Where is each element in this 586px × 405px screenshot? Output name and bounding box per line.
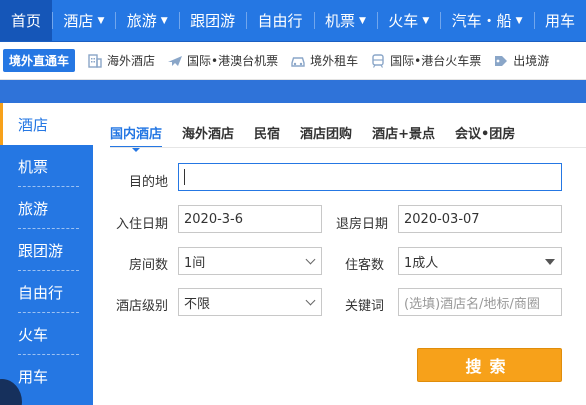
subnav-item-4[interactable]: 出境游 <box>493 52 549 69</box>
car-icon <box>290 54 306 68</box>
subnav-item-3[interactable]: 国际•港台火车票 <box>370 52 481 69</box>
rooms-value: 1间 <box>184 255 206 271</box>
top-navigation: 首页 酒店 ▼ 旅游 ▼ 跟团游 自由行 机票 ▼ 火车 ▼ 汽车・船 ▼ 用车 <box>0 0 586 42</box>
nav-item-label: 用车 <box>544 12 575 30</box>
checkout-date-input[interactable]: 2020-03-07 <box>398 205 562 233</box>
building-icon <box>87 53 103 68</box>
tab-4[interactable]: 酒店+景点 <box>372 123 435 148</box>
nav-item-7[interactable]: 汽车・船 ▼ <box>441 0 534 41</box>
nav-item-8[interactable]: 用车 <box>534 0 586 41</box>
tab-2[interactable]: 民宿 <box>254 123 280 148</box>
hotel-search-panel: 国内酒店 海外酒店 民宿 酒店团购 酒店+景点 会议•团房 目的地 入住日期 2020-3… <box>93 103 586 405</box>
nav-item-5[interactable]: 机票 ▼ <box>314 0 377 41</box>
subnav-item-label: 出境游 <box>513 54 550 68</box>
overseas-badge: 境外直通车 <box>3 49 76 72</box>
subnav-item-0[interactable]: 海外酒店 <box>87 52 155 69</box>
subnav-item-label: 海外酒店 <box>107 54 156 68</box>
chevron-down-icon <box>305 254 316 265</box>
keyword-label: 关键词 <box>344 299 384 314</box>
caret-down-icon: ▼ <box>358 15 366 26</box>
tab-1[interactable]: 海外酒店 <box>182 123 234 148</box>
checkin-date-input[interactable]: 2020-3-6 <box>178 205 322 233</box>
nav-item-3[interactable]: 跟团游 <box>179 0 246 41</box>
guests-label: 住客数 <box>344 258 384 273</box>
sidebar-item-2[interactable]: 旅游 <box>0 187 93 229</box>
sidebar: 酒店 机票 旅游 跟团游 自由行 火车 用车 <box>0 103 93 405</box>
caret-down-icon: ▼ <box>160 15 168 26</box>
sidebar-item-3[interactable]: 跟团游 <box>0 229 93 271</box>
hotel-tabs: 国内酒店 海外酒店 民宿 酒店团购 酒店+景点 会议•团房 <box>110 123 535 152</box>
nav-item-0[interactable]: 首页 <box>0 0 53 41</box>
nav-item-label: 跟团游 <box>190 12 236 30</box>
chevron-down-icon <box>305 295 316 306</box>
keyword-input[interactable]: (选填)酒店名/地标/商圈 <box>398 288 562 316</box>
subnav-item-label: 境外租车 <box>310 54 359 68</box>
subnav-item-2[interactable]: 境外租车 <box>290 52 358 69</box>
nav-item-label: 首页 <box>11 12 42 30</box>
guests-value: 1成人 <box>404 255 439 271</box>
checkin-label: 入住日期 <box>115 217 168 232</box>
tabs-divider <box>110 147 586 148</box>
sidebar-item-0[interactable]: 酒店 <box>0 103 93 145</box>
overseas-subnav: 境外直通车 海外酒店 国际•港澳台机票 境外租车 国际•港台火车票 出境游 <box>0 42 586 80</box>
search-button[interactable]: 搜索 <box>417 348 562 382</box>
destination-input[interactable] <box>178 163 562 191</box>
subnav-item-label: 国际•港澳台机票 <box>187 54 279 68</box>
caret-down-icon: ▼ <box>422 15 430 26</box>
sidebar-item-4[interactable]: 自由行 <box>0 271 93 313</box>
subnav-item-label: 国际•港台火车票 <box>390 54 482 68</box>
destination-label: 目的地 <box>128 175 168 190</box>
nav-item-label: 旅游 <box>126 12 157 30</box>
caret-down-icon: ▼ <box>515 15 523 26</box>
text-cursor <box>184 169 185 185</box>
tab-0[interactable]: 国内酒店 <box>110 123 163 152</box>
nav-item-label: 火车 <box>388 12 419 30</box>
checkout-label: 退房日期 <box>335 217 388 232</box>
caret-down-icon: ▼ <box>97 15 105 26</box>
nav-item-label: 汽车・船 <box>451 12 512 30</box>
nav-item-1[interactable]: 酒店 ▼ <box>52 0 115 41</box>
train-icon <box>370 53 386 68</box>
nav-item-2[interactable]: 旅游 ▼ <box>116 0 179 41</box>
nav-item-4[interactable]: 自由行 <box>247 0 314 41</box>
guests-select[interactable]: 1成人 <box>398 247 562 275</box>
nav-item-label: 自由行 <box>257 12 303 30</box>
rooms-label: 房间数 <box>128 258 168 273</box>
tag-icon <box>493 54 509 68</box>
tab-5[interactable]: 会议•团房 <box>455 123 515 148</box>
nav-item-label: 酒店 <box>63 12 94 30</box>
subnav-item-1[interactable]: 国际•港澳台机票 <box>167 52 278 69</box>
star-level-select[interactable]: 不限 <box>178 288 322 316</box>
caret-down-icon <box>545 259 555 265</box>
nav-item-6[interactable]: 火车 ▼ <box>377 0 440 41</box>
nav-item-label: 机票 <box>324 12 355 30</box>
sidebar-item-1[interactable]: 机票 <box>0 145 93 187</box>
star-level-label: 酒店级别 <box>115 299 168 314</box>
tab-3[interactable]: 酒店团购 <box>300 123 352 148</box>
rooms-select[interactable]: 1间 <box>178 247 322 275</box>
star-level-value: 不限 <box>184 296 211 312</box>
airplane-icon <box>167 54 183 68</box>
sidebar-item-5[interactable]: 火车 <box>0 313 93 355</box>
